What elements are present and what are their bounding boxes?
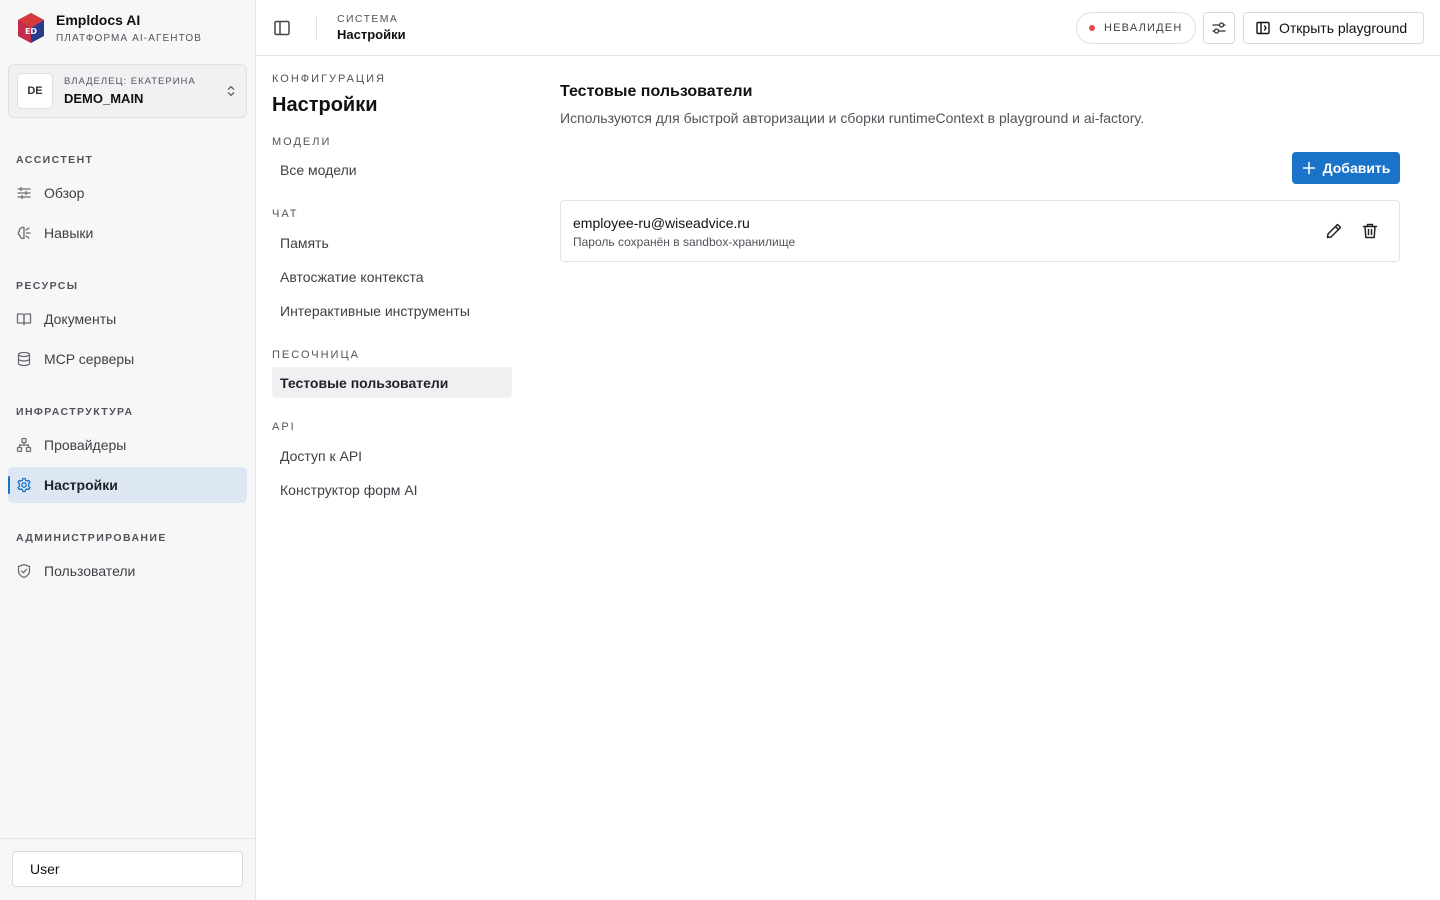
edit-button[interactable] [1325, 222, 1345, 242]
network-icon [16, 437, 32, 453]
test-user-email: employee-ru@wiseadvice.ru [573, 215, 750, 231]
sidebar-footer: User [0, 838, 255, 900]
topbar: СИСТЕМА Настройки НЕВАЛИДЕН Открыть play… [256, 0, 1440, 56]
brand-subtitle: ПЛАТФОРМА AI-АГЕНТОВ [56, 33, 202, 44]
status-label: НЕВАЛИДЕН [1104, 22, 1183, 34]
sidebar-item-mcp-servers[interactable]: MCP серверы [8, 341, 247, 377]
sidebar-item-users[interactable]: Пользователи [8, 553, 247, 589]
gear-icon [17, 477, 31, 493]
breadcrumb-section: СИСТЕМА [337, 13, 399, 25]
sidebar-item-settings[interactable]: Настройки [8, 467, 247, 503]
test-user-card: employee-ru@wiseadvice.ru Пароль сохранё… [560, 200, 1400, 262]
subnav-item-interactive-tools[interactable]: Интерактивные инструменты [272, 295, 512, 326]
open-playground-label: Открыть playground [1279, 20, 1408, 36]
sidebar-item-label: Настройки [44, 477, 118, 493]
nav-section-resources: РЕСУРСЫ [16, 280, 79, 292]
sidebar-item-label: Навыки [44, 225, 94, 241]
test-user-note: Пароль сохранён в sandbox-хранилище [573, 235, 796, 249]
owner-value: DEMO_MAIN [64, 91, 144, 106]
add-button-label: Добавить [1322, 160, 1391, 176]
subnav-item-context-compression[interactable]: Автосжатие контекста [272, 261, 512, 292]
sidebar-item-label: Пользователи [44, 563, 136, 579]
chevron-up-down-icon [227, 85, 235, 97]
subnav-title: Настройки [272, 94, 378, 116]
pencil-icon [1326, 223, 1342, 239]
brand-name: Empldocs AI [56, 12, 141, 28]
topbar-divider [316, 16, 317, 40]
delete-button[interactable] [1361, 222, 1381, 242]
sidebar-item-label: Обзор [44, 185, 85, 201]
open-playground-button[interactable]: Открыть playground [1243, 12, 1424, 44]
sidebar-item-label: MCP серверы [44, 351, 135, 367]
sidebar-item-overview[interactable]: Обзор [8, 175, 247, 211]
subnav-item-test-users[interactable]: Тестовые пользователи [272, 367, 512, 398]
sidebar-item-label: Провайдеры [44, 437, 127, 453]
add-button[interactable]: Добавить [1292, 152, 1400, 184]
status-badge[interactable]: НЕВАЛИДЕН [1076, 12, 1196, 44]
panel-icon [1256, 21, 1270, 35]
subnav-item-memory[interactable]: Память [272, 227, 512, 258]
subnav-eyebrow: КОНФИГУРАЦИЯ [272, 73, 386, 85]
sidebar-item-label: Документы [44, 311, 117, 327]
trash-icon [1362, 223, 1378, 239]
owner-label: ВЛАДЕЛЕЦ: ЕКАТЕРИНА [64, 76, 196, 87]
subnav-section-api: API [272, 421, 296, 433]
page-description: Используются для быстрой авторизации и с… [560, 110, 1145, 126]
subnav-section-sandbox: ПЕСОЧНИЦА [272, 349, 360, 361]
nav-section-assistant: АССИСТЕНТ [16, 154, 94, 166]
settings-toggle-icon [1212, 22, 1226, 34]
sidebar-item-documents[interactable]: Документы [8, 301, 247, 337]
sidebar-item-skills[interactable]: Навыки [8, 215, 247, 251]
sliders-icon [17, 186, 31, 200]
subnav-item-api-access[interactable]: Доступ к API [272, 440, 512, 471]
sidebar-item-providers[interactable]: Провайдеры [8, 427, 247, 463]
subnav-item-ai-form-builder[interactable]: Конструктор форм AI [272, 474, 512, 505]
subnav-section-models: МОДЕЛИ [272, 136, 332, 148]
book-icon [16, 313, 32, 326]
sidebar: ED Empldocs AI ПЛАТФОРМА AI-АГЕНТОВ DE В… [0, 0, 256, 900]
filters-button[interactable] [1203, 12, 1235, 44]
brand-logo-icon: ED [18, 13, 44, 43]
shield-icon [17, 563, 31, 579]
owner-switcher[interactable]: DE ВЛАДЕЛЕЦ: ЕКАТЕРИНА DEMO_MAIN [8, 64, 247, 118]
status-dot [1089, 25, 1095, 31]
subnav-section-chat: ЧАТ [272, 208, 299, 220]
plus-icon [1302, 161, 1315, 175]
subnav-item-all-models[interactable]: Все модели [272, 154, 512, 185]
nav-section-administration: АДМИНИСТРИРОВАНИЕ [16, 532, 167, 544]
svg-text:ED: ED [25, 27, 37, 36]
sidebar-toggle-icon[interactable] [272, 18, 292, 38]
nav-section-infrastructure: ИНФРАСТРУКТУРА [16, 406, 134, 418]
user-menu[interactable]: User [12, 851, 243, 887]
breadcrumb-page: Настройки [337, 27, 406, 42]
page-title: Тестовые пользователи [560, 83, 753, 100]
database-icon [17, 351, 31, 367]
owner-avatar: DE [17, 73, 53, 109]
brand[interactable]: ED Empldocs AI ПЛАТФОРМА AI-АГЕНТОВ [18, 12, 202, 44]
brain-icon [17, 226, 31, 240]
